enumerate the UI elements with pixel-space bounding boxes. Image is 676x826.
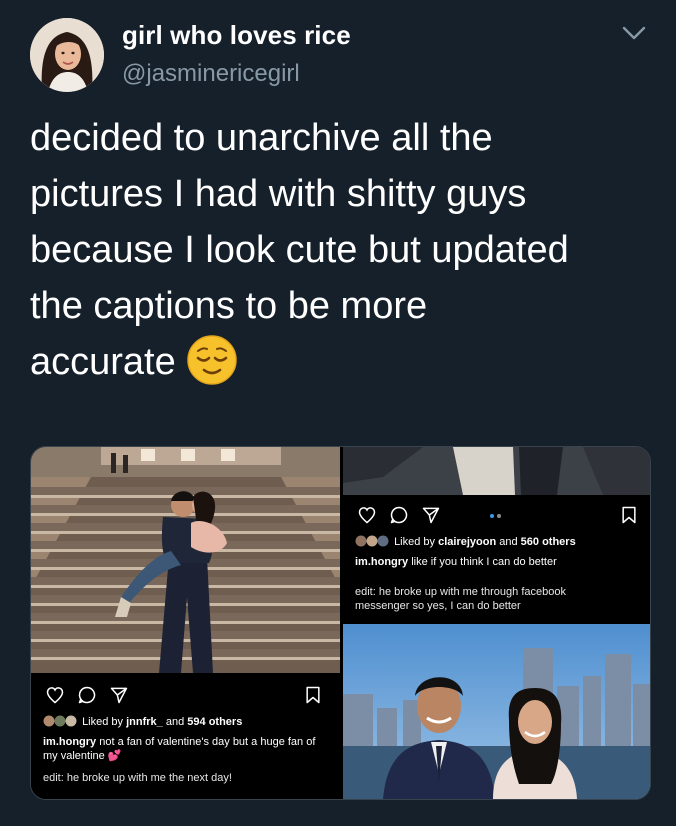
bookmark-icon[interactable] — [303, 685, 323, 705]
tweet[interactable]: girl who loves rice @jasminericegirl dec… — [0, 0, 676, 826]
caption-right: im.hongry like if you think I can do bet… — [355, 555, 645, 569]
media-grid[interactable]: Liked by jnnfrk_ and 594 others im.hongr… — [30, 446, 651, 800]
caption-username[interactable]: im.hongry — [355, 556, 408, 568]
liked-count[interactable]: 594 others — [187, 716, 242, 728]
media-right-bottom[interactable] — [343, 624, 650, 799]
cropped-photo — [343, 447, 650, 495]
relieved-face-emoji — [187, 335, 237, 385]
share-icon[interactable] — [421, 505, 441, 525]
edit-note-left: edit: he broke up with me the next day! — [43, 772, 232, 784]
couple-city-photo — [343, 624, 650, 799]
carousel-dots-icon — [490, 514, 501, 518]
media-right-top[interactable]: Liked by clairejyoon and 560 others im.h… — [343, 447, 650, 621]
avatar-photo — [30, 18, 104, 92]
heart-icon[interactable] — [357, 505, 377, 525]
liker-avatars — [43, 715, 77, 727]
liked-count[interactable]: 560 others — [521, 536, 576, 548]
avatar[interactable] — [30, 18, 104, 92]
liked-and: and — [499, 536, 518, 548]
comment-icon[interactable] — [77, 685, 97, 705]
liked-by-prefix: Liked by — [82, 716, 124, 728]
caption-left: im.hongry not a fan of valentine's day b… — [43, 735, 333, 763]
media-left[interactable]: Liked by jnnfrk_ and 594 others im.hongr… — [31, 447, 340, 799]
tweet-text: decided to unarchive all the pictures I … — [30, 110, 660, 390]
comment-icon[interactable] — [389, 505, 409, 525]
liker-avatars — [355, 535, 389, 547]
chevron-down-icon[interactable] — [620, 22, 648, 44]
share-icon[interactable] — [109, 685, 129, 705]
instagram-actions-left — [41, 685, 331, 707]
heart-icon[interactable] — [45, 685, 65, 705]
liked-user[interactable]: clairejyoon — [438, 536, 496, 548]
tweet-text-content: decided to unarchive all the pictures I … — [30, 117, 569, 383]
edit-note-right: edit: he broke up with me through facebo… — [355, 586, 566, 612]
likes-line-left: Liked by jnnfrk_ and 594 others — [43, 715, 333, 729]
liked-and: and — [165, 716, 185, 728]
liked-by-prefix: Liked by — [394, 536, 436, 548]
caption-username[interactable]: im.hongry — [43, 736, 96, 748]
instagram-post-left: Liked by jnnfrk_ and 594 others im.hongr… — [31, 673, 340, 799]
couple-on-stairs-photo — [31, 447, 340, 673]
instagram-post-right: Liked by clairejyoon and 560 others im.h… — [343, 495, 650, 621]
liked-user[interactable]: jnnfrk_ — [126, 716, 163, 728]
display-name[interactable]: girl who loves rice — [122, 20, 351, 51]
caption-text: like if you think I can do better — [411, 556, 557, 568]
instagram-actions-right — [353, 505, 643, 527]
likes-line-right: Liked by clairejyoon and 560 others — [355, 535, 645, 549]
bookmark-icon[interactable] — [619, 505, 639, 525]
user-handle[interactable]: @jasminericegirl — [122, 60, 300, 88]
